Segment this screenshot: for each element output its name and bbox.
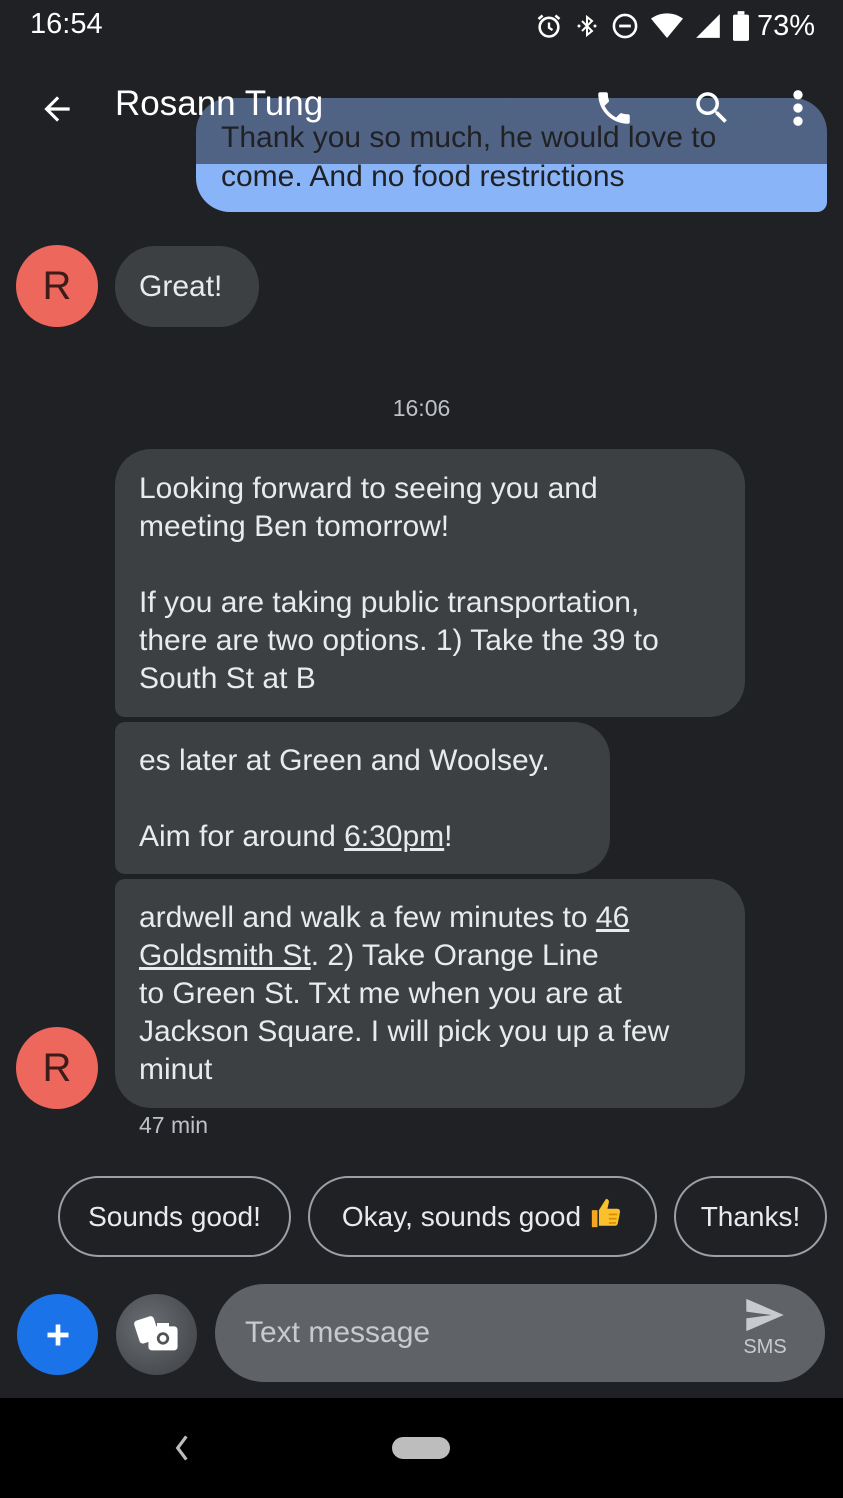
- camera-gallery-icon: [133, 1315, 178, 1350]
- search-icon: [696, 92, 727, 123]
- contact-avatar[interactable]: R: [16, 245, 98, 327]
- compose-box: SMS: [215, 1284, 825, 1382]
- camera-button[interactable]: [116, 1294, 197, 1375]
- send-label: SMS: [743, 1336, 787, 1358]
- received-message-bubble[interactable]: Looking forward to seeing you and meetin…: [115, 449, 745, 717]
- send-icon: [746, 1298, 784, 1332]
- address-link[interactable]: Goldsmith St: [139, 939, 311, 972]
- search-button[interactable]: [684, 80, 740, 136]
- message-text: ardwell and walk a few minutes to: [139, 901, 596, 934]
- chevron-left-icon: [175, 1435, 188, 1461]
- message-line: Aim for around 6:30pm!: [139, 818, 586, 856]
- message-line: Jackson Square. I will pick you up a few: [139, 1015, 670, 1048]
- message-line: ardwell and walk a few minutes to 46: [139, 899, 721, 937]
- suggestion-label: Sounds good!: [88, 1200, 261, 1232]
- message-line: minut: [139, 1053, 213, 1086]
- add-attachment-button[interactable]: [17, 1294, 98, 1375]
- suggestion-label: Thanks!: [700, 1200, 801, 1232]
- do-not-disturb-icon: [612, 13, 638, 39]
- suggestion-chip[interactable]: Okay, sounds good: [308, 1176, 657, 1257]
- contact-avatar[interactable]: R: [16, 1027, 98, 1109]
- message-line: to Green St. Txt me when you are at: [139, 977, 623, 1010]
- status-time: 16:54: [30, 8, 103, 40]
- battery-percent: 73%: [756, 9, 815, 42]
- phone-icon: [598, 92, 630, 124]
- suggestion-chip[interactable]: Thanks!: [674, 1176, 827, 1257]
- received-message-bubble[interactable]: ardwell and walk a few minutes to 46 Gol…: [115, 879, 745, 1108]
- message-line: es later at Green and Woolsey.: [139, 744, 550, 777]
- time-link[interactable]: 6:30pm: [344, 820, 444, 853]
- conversation-timestamp: 16:06: [392, 395, 451, 421]
- more-options-button[interactable]: [772, 80, 824, 136]
- message-line: If you are taking public transportation,: [139, 586, 640, 619]
- message-line: Goldsmith St. 2) Take Orange Line: [139, 937, 721, 975]
- status-icons: 73%: [535, 8, 815, 44]
- suggestion-chip[interactable]: Sounds good!: [58, 1176, 291, 1257]
- message-line: South St at B: [139, 662, 316, 695]
- message-age: 47 min: [139, 1112, 209, 1138]
- send-button[interactable]: SMS: [735, 1298, 795, 1370]
- plus-icon: [47, 1324, 68, 1345]
- message-line: there are two options. 1) Take the 39 to: [139, 624, 659, 657]
- call-button[interactable]: [586, 80, 642, 136]
- thumbs-up-icon: [589, 1196, 623, 1237]
- more-vert-icon: [793, 90, 803, 126]
- bluetooth-icon: [577, 14, 597, 38]
- back-arrow-icon: [44, 96, 70, 122]
- sent-message-line-2: come. And no food restrictions: [221, 160, 625, 193]
- nav-back-button[interactable]: [166, 1428, 198, 1468]
- nav-home-button[interactable]: [392, 1437, 450, 1459]
- address-link[interactable]: 46: [596, 901, 629, 934]
- message-text: Great!: [139, 269, 223, 303]
- wifi-icon: [650, 13, 683, 39]
- message-text: . 2) Take Orange Line: [310, 939, 599, 972]
- message-text: !: [444, 820, 453, 853]
- message-input[interactable]: [245, 1312, 705, 1354]
- message-text: Aim for around: [139, 820, 345, 853]
- alarm-icon: [537, 14, 561, 38]
- signal-icon: [696, 14, 720, 38]
- received-message-bubble[interactable]: Great!: [115, 246, 259, 327]
- message-line: meeting Ben tomorrow!: [139, 510, 450, 543]
- message-line: Looking forward to seeing you and: [139, 472, 598, 505]
- received-message-bubble[interactable]: es later at Green and Woolsey. Aim for a…: [115, 722, 610, 874]
- suggestion-label: Okay, sounds good: [341, 1200, 582, 1232]
- battery-icon: [732, 11, 749, 41]
- back-button[interactable]: [30, 82, 84, 136]
- contact-name: Rosann Tung: [115, 84, 324, 123]
